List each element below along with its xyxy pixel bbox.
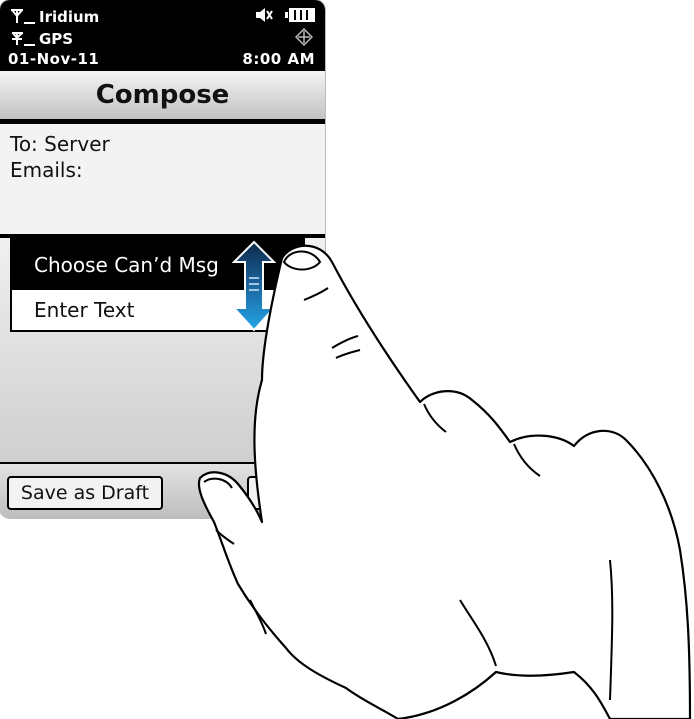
status-bar: Iridium GPS 01-Nov-11 8:00 AM bbox=[0, 0, 325, 71]
bottom-bar: Save as Draft Send bbox=[0, 462, 325, 518]
recipient-line: To: Server bbox=[10, 132, 110, 156]
iridium-status: Iridium bbox=[10, 8, 99, 26]
battery-icon bbox=[285, 8, 315, 22]
time-display: 8:00 AM bbox=[242, 50, 315, 68]
save-as-draft-button[interactable]: Save as Draft bbox=[7, 476, 163, 510]
emails-label: Emails: bbox=[10, 158, 83, 182]
satellite-icon bbox=[12, 32, 35, 46]
date-display: 01-Nov-11 bbox=[8, 50, 100, 68]
gps-label: GPS bbox=[39, 30, 74, 48]
gps-target-icon bbox=[295, 28, 313, 46]
antenna-icon bbox=[11, 9, 35, 24]
send-button[interactable]: Send bbox=[247, 476, 317, 510]
mute-icon bbox=[256, 8, 273, 22]
page-title: Compose bbox=[95, 80, 230, 110]
compose-header: To: Server Emails: bbox=[0, 124, 325, 234]
scroll-arrows-icon bbox=[231, 240, 277, 332]
gps-status: GPS bbox=[10, 30, 73, 48]
iridium-label: Iridium bbox=[39, 8, 100, 26]
title-bar: Compose bbox=[0, 71, 325, 124]
status-icons bbox=[255, 7, 315, 23]
